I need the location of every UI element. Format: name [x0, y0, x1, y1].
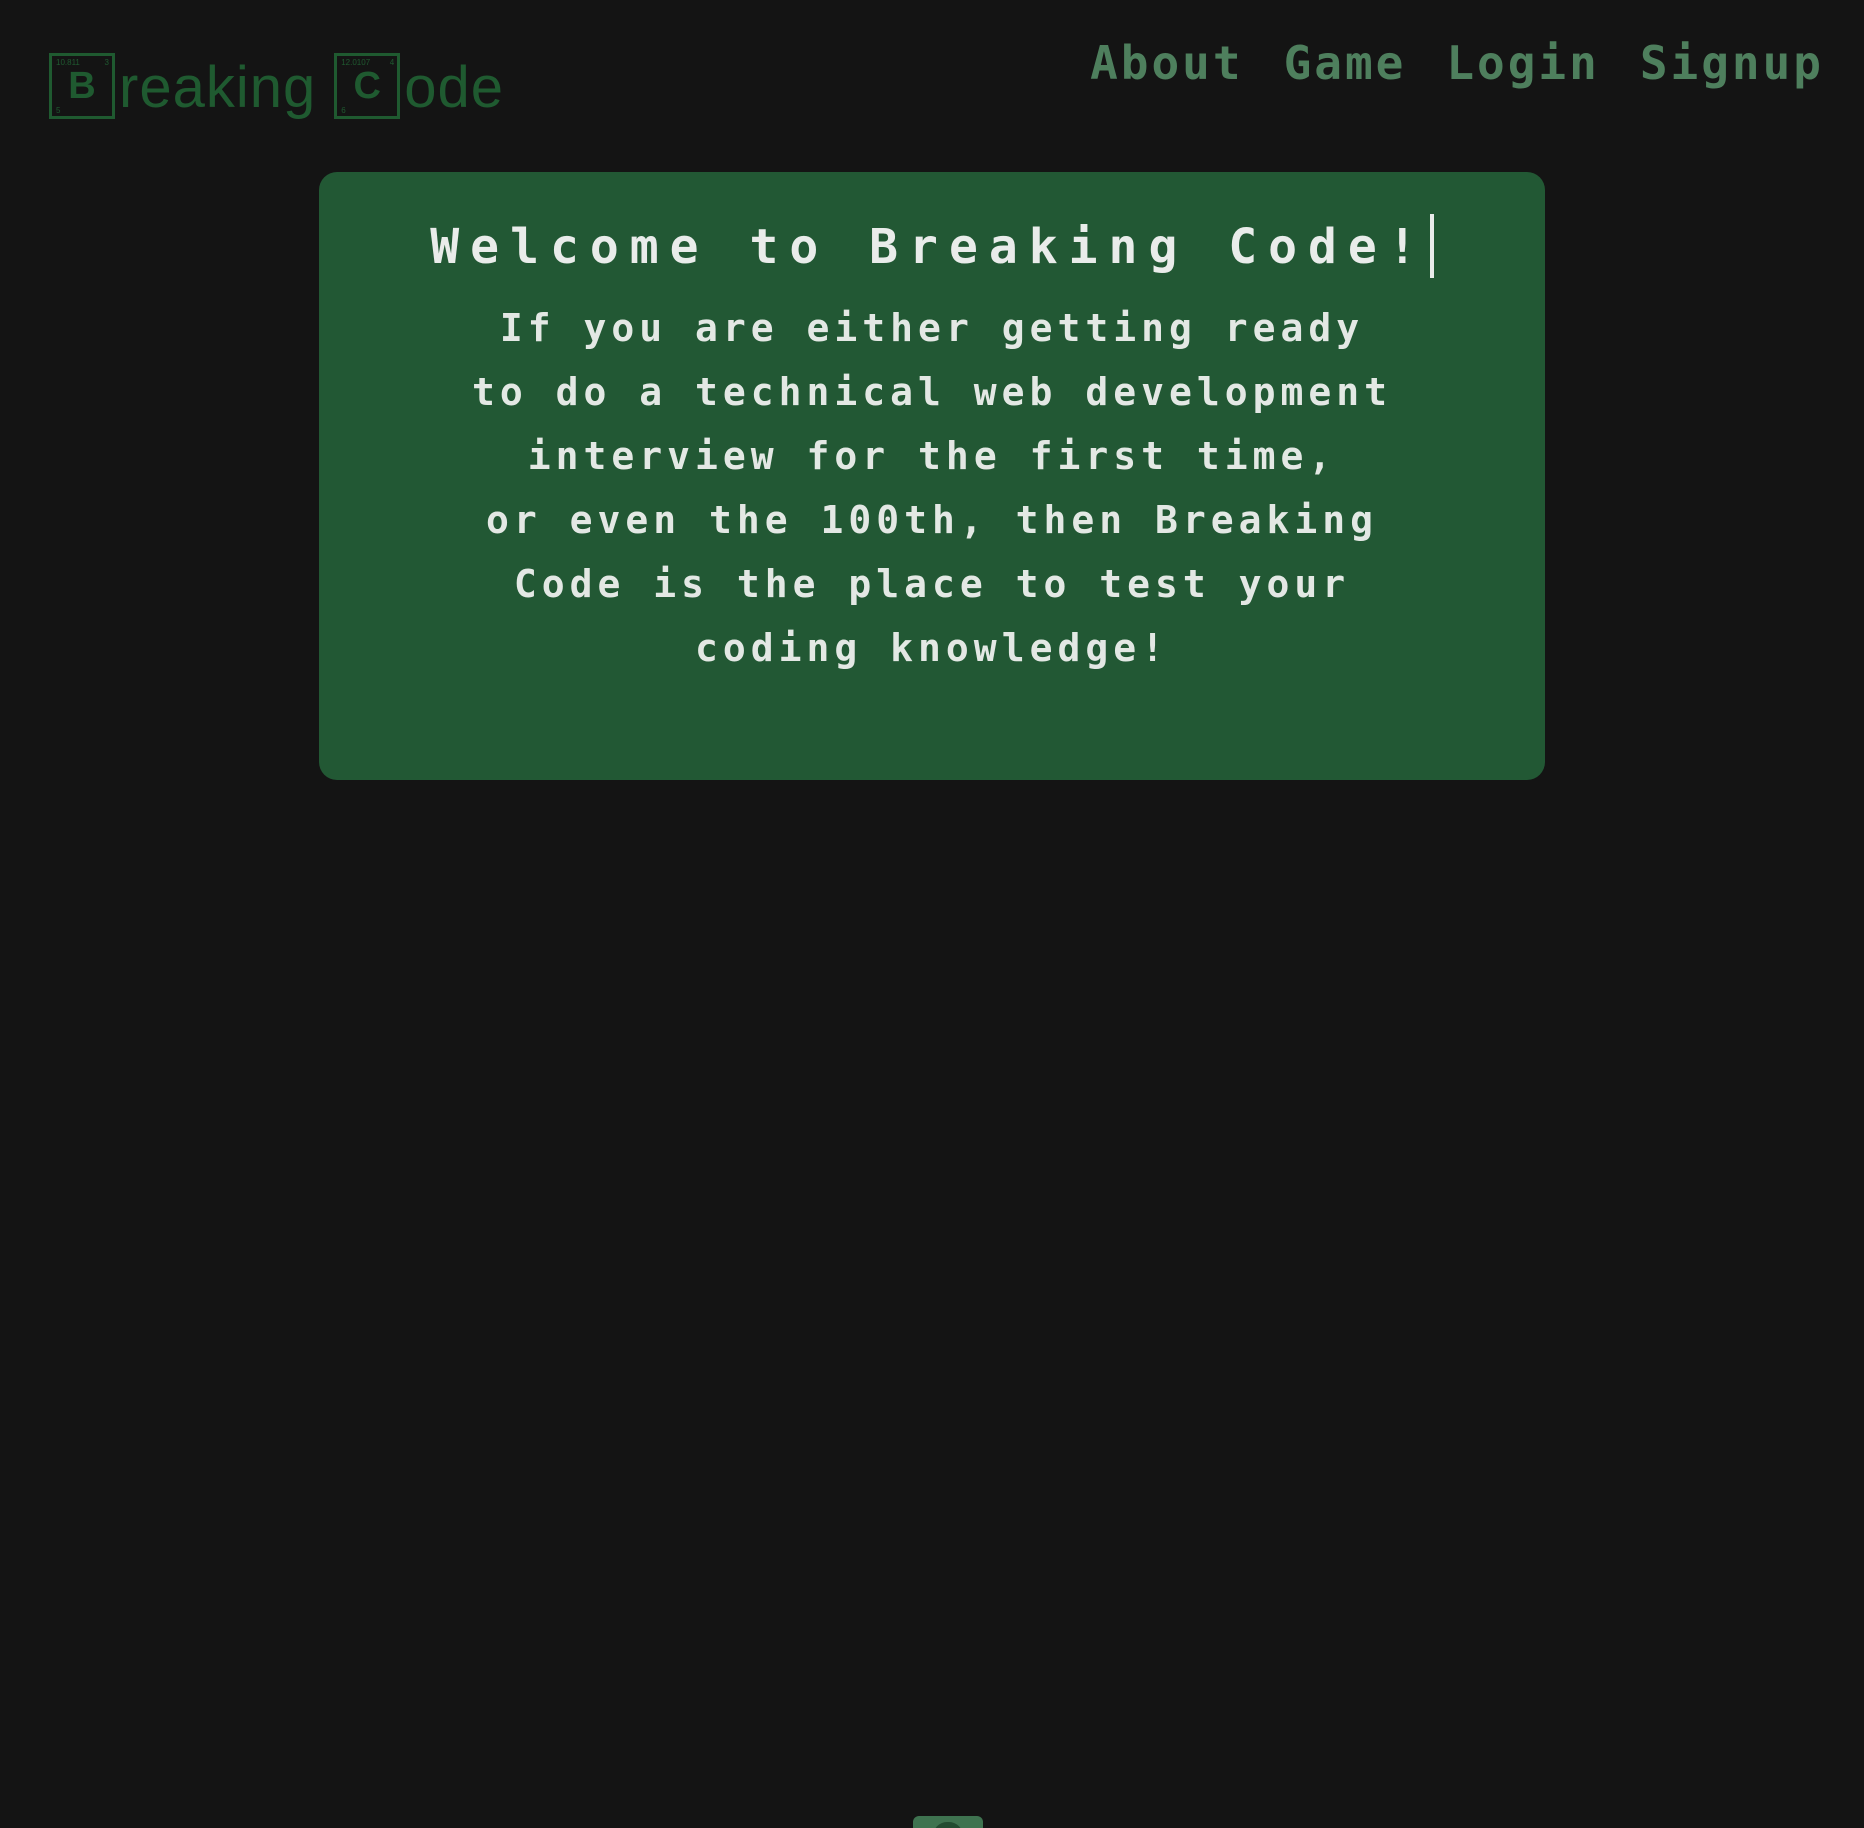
logo-word-ode: ode	[404, 55, 505, 120]
welcome-line: interview for the first time,	[527, 434, 1337, 478]
welcome-title: Welcome to Breaking Code!	[319, 172, 1545, 278]
nav-game-link[interactable]: Game	[1284, 36, 1407, 90]
logo-element-box-c: 12.0107 4 6 C	[334, 53, 401, 119]
welcome-line: Code is the place to test your	[513, 562, 1351, 606]
logo-element-box-b: 10.811 3 5 B	[49, 53, 115, 119]
typing-cursor	[1429, 214, 1434, 278]
welcome-line: If you are either getting ready	[499, 306, 1365, 350]
logo-element-small: 5	[56, 106, 61, 115]
logo-element-small: 6	[341, 106, 346, 115]
logo-element-symbol: C	[353, 64, 381, 107]
welcome-card: Welcome to Breaking Code! If you are eit…	[319, 172, 1545, 780]
welcome-line: coding knowledge!	[695, 626, 1169, 670]
logo-element-corner: 3	[104, 58, 109, 67]
bottom-button-icon	[933, 1822, 963, 1828]
bottom-floating-button[interactable]	[913, 1816, 983, 1828]
nav-signup-link[interactable]: Signup	[1640, 36, 1824, 90]
welcome-line: to do a technical web development	[472, 370, 1392, 414]
logo-word-reaking: reaking	[119, 55, 317, 120]
logo-element-corner: 4	[389, 58, 395, 67]
nav-about-link[interactable]: About	[1090, 36, 1243, 90]
logo-element-symbol: B	[68, 64, 96, 107]
nav-login-link[interactable]: Login	[1446, 36, 1599, 90]
welcome-title-text: Welcome to Breaking Code!	[430, 219, 1428, 275]
logo-element-number: 12.0107	[341, 58, 371, 67]
site-logo[interactable]: 10.811 3 5 B reaking 12.0107 4 6 C ode	[49, 50, 504, 122]
logo-element-number: 10.811	[56, 58, 80, 67]
main-nav: About Game Login Signup	[1090, 36, 1824, 90]
welcome-description: If you are either getting ready to do a …	[372, 296, 1492, 680]
welcome-line: or even the 100th, then Breaking	[485, 498, 1379, 542]
